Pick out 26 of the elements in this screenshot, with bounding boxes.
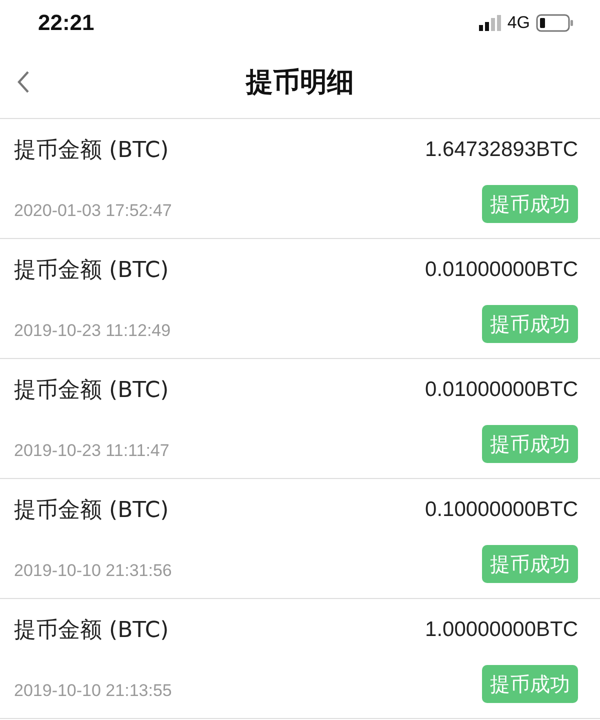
back-icon[interactable] <box>16 70 30 94</box>
amount-label: 提币金额 (BTC) <box>14 497 169 525</box>
amount-label: 提币金额 (BTC) <box>14 617 169 645</box>
amount-value: 0.10000000BTC <box>425 498 578 522</box>
amount-label: 提币金额 (BTC) <box>14 377 169 405</box>
status-time: 22:21 <box>38 10 94 36</box>
status-badge: 提币成功 <box>482 305 578 343</box>
record-time: 2019-10-10 21:31:56 <box>14 561 172 582</box>
record-time: 2020-01-03 17:52:47 <box>14 201 172 222</box>
signal-icon <box>479 15 502 31</box>
amount-value: 0.01000000BTC <box>425 378 578 402</box>
status-badge: 提币成功 <box>482 185 578 223</box>
amount-value: 1.64732893BTC <box>425 138 578 162</box>
battery-icon <box>536 14 574 32</box>
record-time: 2019-10-23 11:11:47 <box>14 441 170 462</box>
amount-value: 0.01000000BTC <box>425 258 578 282</box>
status-badge: 提币成功 <box>482 545 578 583</box>
status-badge: 提币成功 <box>482 665 578 703</box>
record-time: 2019-10-23 11:12:49 <box>14 321 171 342</box>
page-title: 提币明细 <box>246 66 354 100</box>
amount-label: 提币金额 (BTC) <box>14 137 169 165</box>
amount-value: 1.00000000BTC <box>425 618 578 642</box>
amount-label: 提币金额 (BTC) <box>14 257 169 285</box>
record-time: 2019-10-10 21:13:55 <box>14 681 172 702</box>
network-label: 4G <box>507 13 530 33</box>
status-badge: 提币成功 <box>482 425 578 463</box>
